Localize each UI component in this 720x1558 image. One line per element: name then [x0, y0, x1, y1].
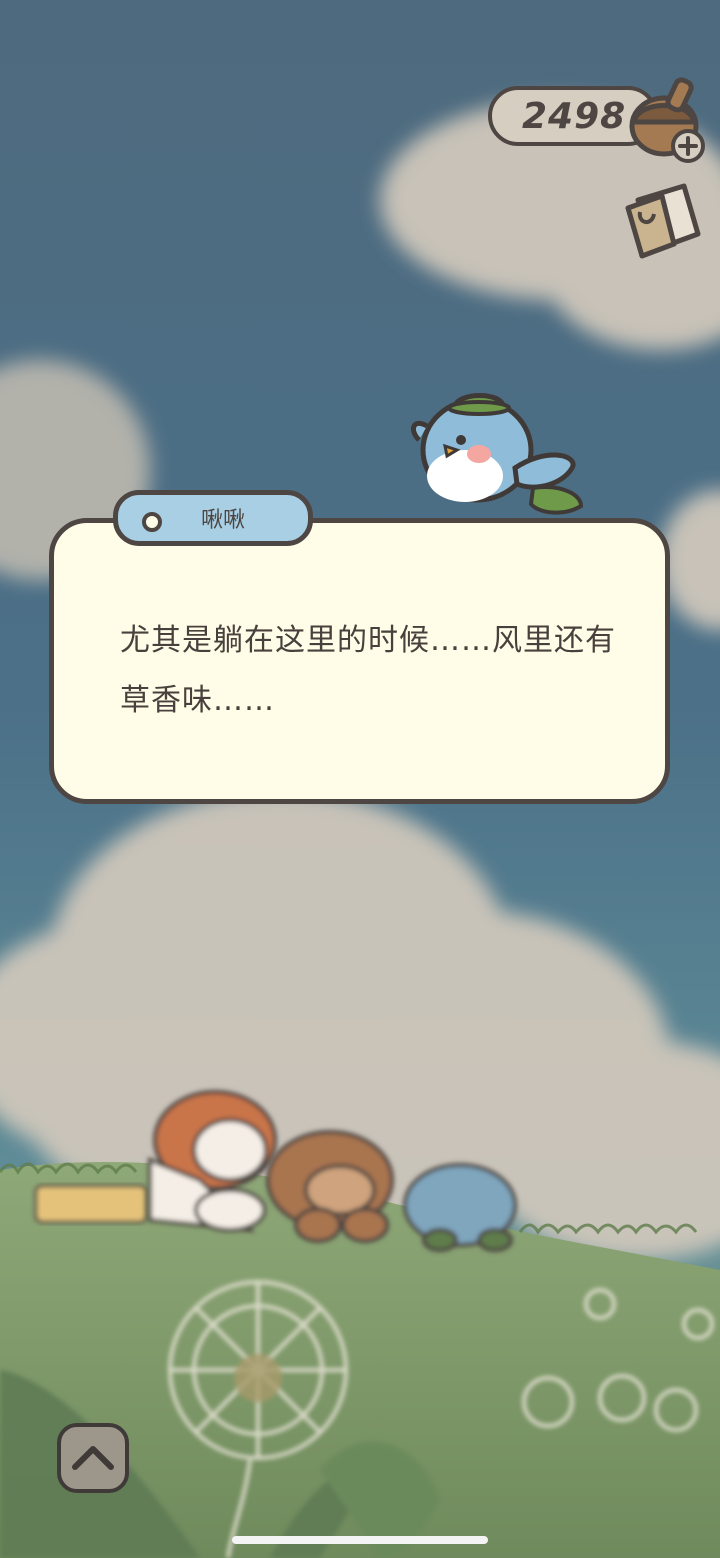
plus-icon[interactable]	[671, 129, 705, 163]
acorn-icon[interactable]	[624, 74, 714, 166]
expand-menu-button[interactable]	[57, 1423, 129, 1493]
bird-character	[410, 393, 584, 515]
speaker-name-tag: 啾啾	[113, 490, 313, 546]
home-indicator[interactable]	[232, 1536, 488, 1544]
speaker-name: 啾啾	[200, 508, 245, 533]
dialog-box[interactable]: 尤其是躺在这里的时候……风里还有草香味……	[49, 518, 670, 804]
dialog-text: 尤其是躺在这里的时候……风里还有草香味……	[120, 623, 616, 718]
shop-bag-icon[interactable]	[618, 178, 710, 264]
acorn-count: 2498	[522, 96, 627, 137]
chevron-up-icon	[72, 1446, 114, 1470]
